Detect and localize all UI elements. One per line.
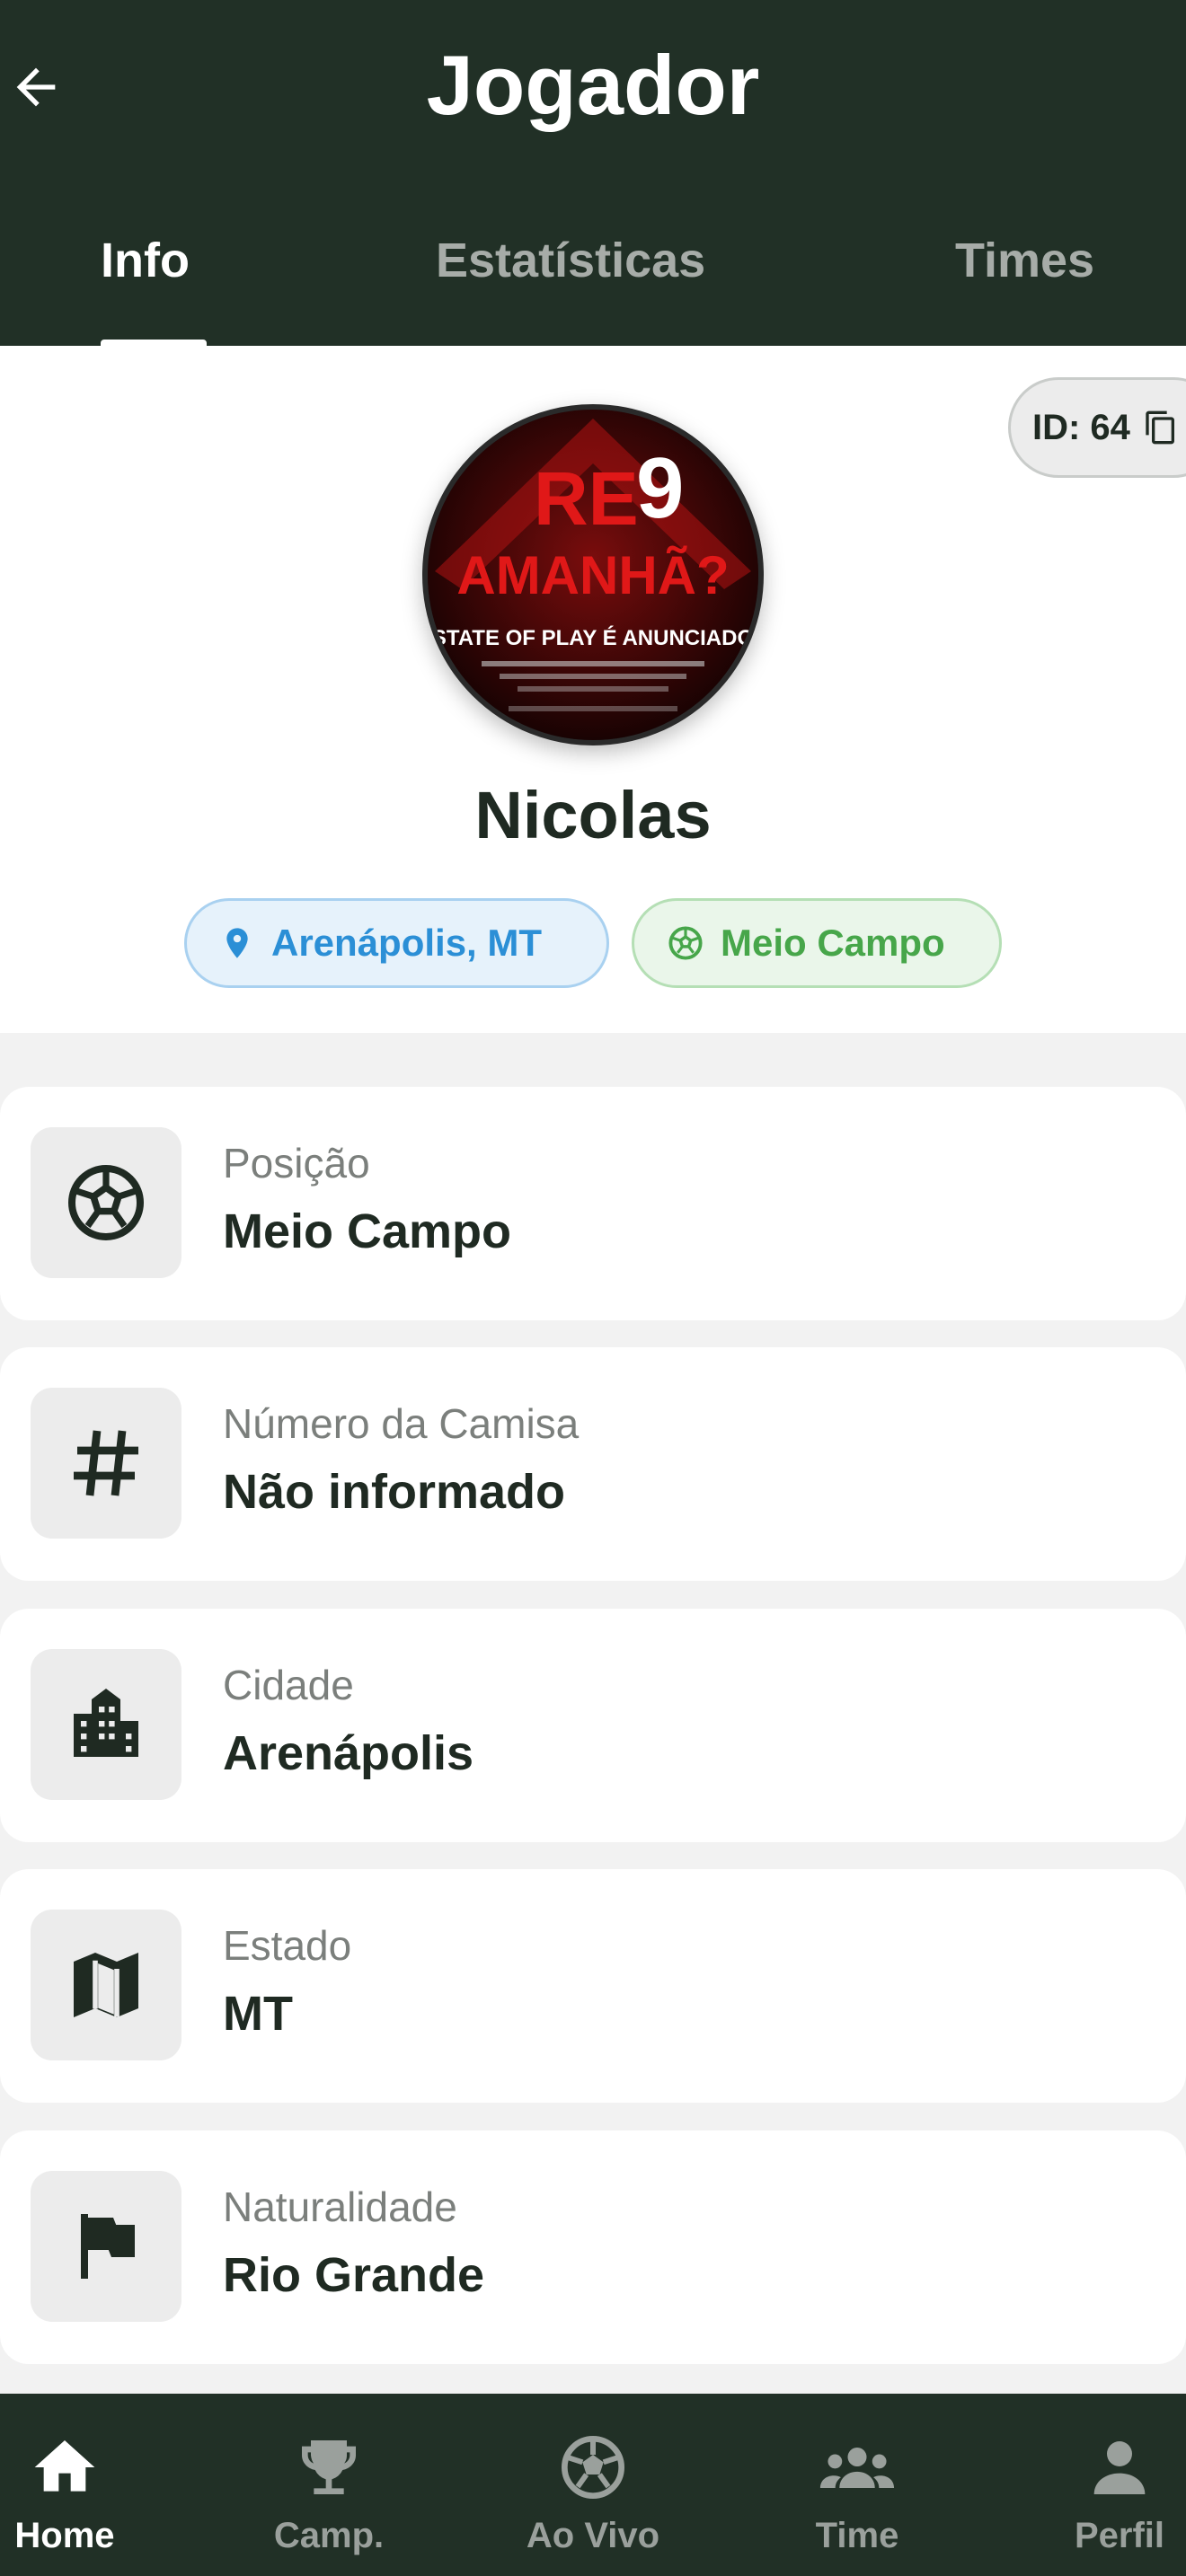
group-icon bbox=[819, 2447, 895, 2488]
info-row-posicao: Posição Meio Campo bbox=[0, 1087, 1186, 1320]
info-row-numero-camisa: Número da Camisa Não informado bbox=[0, 1347, 1186, 1581]
row-icon-box bbox=[31, 1910, 181, 2060]
nav-perfil[interactable]: Perfil bbox=[1030, 2394, 1186, 2576]
row-value: Arenápolis bbox=[223, 1726, 474, 1780]
row-label: Posição bbox=[223, 1140, 370, 1187]
row-label: Naturalidade bbox=[223, 2183, 457, 2230]
nav-time[interactable]: Time bbox=[767, 2394, 947, 2576]
location-chip-label: Arenápolis, MT bbox=[271, 922, 543, 964]
map-icon bbox=[74, 1953, 138, 2017]
info-row-cidade: Cidade Arenápolis bbox=[0, 1609, 1186, 1842]
row-value: Meio Campo bbox=[223, 1204, 512, 1258]
player-id: ID: 64 bbox=[1032, 407, 1130, 447]
tab-times[interactable]: Times bbox=[955, 216, 1094, 305]
player-id-chip[interactable]: ID: 64 bbox=[1008, 377, 1186, 478]
person-icon bbox=[1093, 2441, 1146, 2494]
bottom-navigation: Home Camp. Ao Vivo Time Perfil bbox=[0, 2394, 1186, 2576]
position-chip-label: Meio Campo bbox=[721, 922, 945, 964]
flag-icon bbox=[81, 2214, 135, 2279]
nav-ao-vivo-label: Ao Vivo bbox=[526, 2516, 660, 2555]
row-icon-box bbox=[31, 2171, 181, 2322]
avatar-headline-2: AMANHÃ? bbox=[456, 545, 729, 605]
soccer-ball-icon bbox=[68, 1165, 144, 1240]
player-avatar: RE 9 AMANHÃ? STATE OF PLAY É ANUNCIADO bbox=[422, 404, 764, 745]
row-label: Estado bbox=[223, 1922, 352, 1969]
profile-card: ID: 64 RE 9 AMANHÃ? STATE OF PLAY É ANUN… bbox=[0, 346, 1186, 1033]
location-chip: Arenápolis, MT bbox=[184, 898, 609, 988]
nav-home[interactable]: Home bbox=[0, 2394, 155, 2576]
position-chip: Meio Campo bbox=[632, 898, 1002, 988]
avatar-subline: STATE OF PLAY É ANUNCIADO bbox=[432, 625, 754, 650]
row-value: Não informado bbox=[223, 1465, 566, 1519]
info-row-estado: Estado MT bbox=[0, 1869, 1186, 2103]
info-row-naturalidade: Naturalidade Rio Grande bbox=[0, 2130, 1186, 2364]
active-tab-indicator bbox=[101, 340, 207, 346]
row-icon-box bbox=[31, 1649, 181, 1800]
app-header: Jogador Info Estatísticas Times bbox=[0, 0, 1186, 346]
row-value: Rio Grande bbox=[223, 2248, 485, 2302]
nav-camp-label: Camp. bbox=[273, 2516, 385, 2555]
nav-home-label: Home bbox=[14, 2516, 115, 2555]
hash-icon bbox=[74, 1430, 138, 1496]
avatar-headline-accent: 9 bbox=[636, 440, 684, 536]
page-title: Jogador bbox=[426, 38, 760, 132]
copy-icon bbox=[1146, 410, 1174, 445]
city-icon bbox=[74, 1689, 138, 1757]
nav-ao-vivo[interactable]: Ao Vivo bbox=[503, 2394, 683, 2576]
row-icon-box bbox=[31, 1388, 181, 1539]
home-icon bbox=[34, 2440, 95, 2492]
row-icon-box bbox=[31, 1127, 181, 1278]
tab-info[interactable]: Info bbox=[101, 216, 190, 305]
tab-bar: Info Estatísticas Times bbox=[0, 216, 1186, 346]
nav-time-label: Time bbox=[815, 2516, 899, 2555]
nav-camp[interactable]: Camp. bbox=[239, 2394, 419, 2576]
nav-perfil-label: Perfil bbox=[1074, 2516, 1165, 2555]
row-label: Número da Camisa bbox=[223, 1400, 580, 1447]
soccer-ball-icon bbox=[562, 2436, 624, 2499]
row-value: MT bbox=[223, 1987, 293, 2041]
trophy-icon bbox=[302, 2440, 356, 2494]
soccer-ball-icon bbox=[668, 926, 703, 960]
tab-estatisticas[interactable]: Estatísticas bbox=[436, 216, 705, 305]
row-label: Cidade bbox=[223, 1662, 354, 1708]
location-pin-icon bbox=[226, 928, 248, 958]
avatar-headline: RE bbox=[534, 456, 639, 541]
player-name: Nicolas bbox=[474, 778, 712, 852]
